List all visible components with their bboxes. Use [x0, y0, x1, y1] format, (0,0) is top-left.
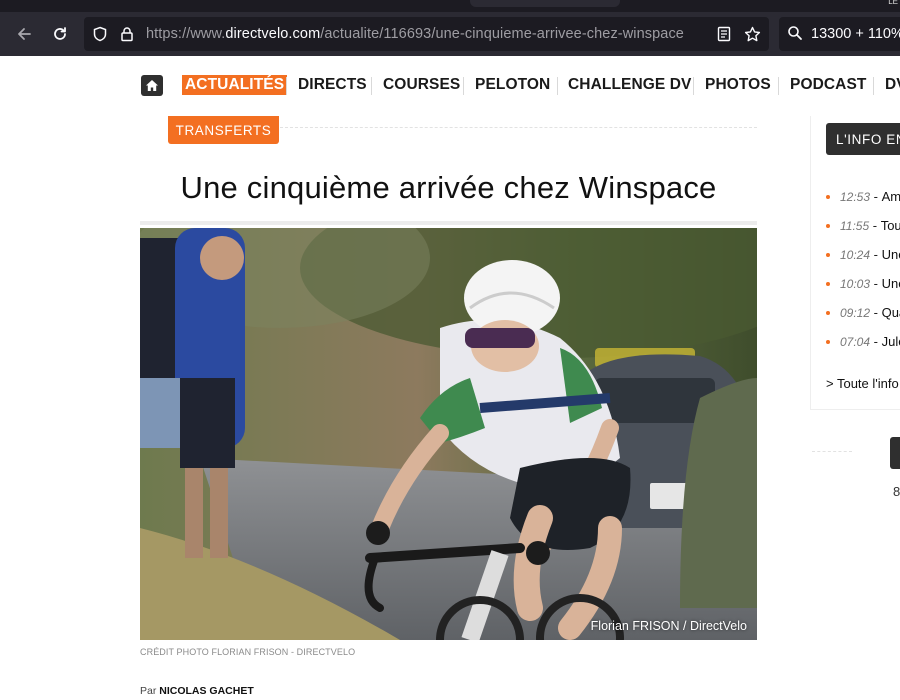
news-title: Tou [880, 218, 900, 233]
article-photo: Florian FRISON / DirectVelo [140, 228, 757, 640]
bullet-dot [826, 194, 830, 199]
sidebar-header[interactable]: L'INFO EN [826, 123, 900, 155]
news-item[interactable]: 09:12 - Qua [826, 298, 900, 327]
byline-author[interactable]: NICOLAS GACHET [159, 685, 254, 697]
news-title: Qua [881, 305, 900, 320]
nav-divider [778, 77, 779, 95]
tab-corner-text: LE [888, 0, 898, 6]
bullet-dot [826, 310, 830, 315]
news-time: 10:03 [840, 276, 871, 291]
nav-item-challenge-dv[interactable]: CHALLENGE DV [568, 76, 691, 94]
news-title: Une [881, 276, 900, 291]
nav-divider [693, 77, 694, 95]
cyclist-photo-illustration [140, 228, 757, 640]
lock-icon[interactable] [118, 25, 136, 43]
article-title: Une cinquième arrivée chez Winspace [180, 170, 717, 205]
news-title: Une [881, 247, 900, 262]
nav-item-directs[interactable]: DIRECTS [298, 76, 367, 94]
bullet-dot [826, 281, 830, 286]
news-item[interactable]: 11:55 - Tou [826, 211, 900, 240]
title-underline [140, 221, 757, 225]
news-time: 09:12 [840, 305, 871, 320]
nav-item-actualites[interactable]: ACTUALITÉS [182, 75, 288, 95]
nav-divider [463, 77, 464, 95]
search-text: 13300 + 110% [811, 26, 900, 42]
address-bar[interactable]: https://www.directvelo.com/actualite/116… [84, 17, 769, 51]
url-text[interactable]: https://www.directvelo.com/actualite/116… [146, 26, 684, 42]
search-icon [787, 25, 805, 43]
nav-divider [371, 77, 372, 95]
nav-item-courses[interactable]: COURSES [383, 76, 460, 94]
all-news-link[interactable]: > Toute l'info [826, 376, 899, 391]
nav-divider [873, 77, 874, 95]
star-icon[interactable] [743, 25, 761, 43]
search-bar[interactable]: 13300 + 110% [779, 17, 900, 51]
byline: Par NICOLAS GACHET [140, 685, 254, 697]
bullet-dot [826, 252, 830, 257]
news-title: Jule [881, 334, 900, 349]
url-host: directvelo.com [225, 26, 321, 42]
byline-prefix: Par [140, 685, 157, 697]
dotted-divider [280, 127, 757, 128]
bullet-dot [826, 223, 830, 228]
sidebar-button[interactable] [890, 437, 900, 469]
news-item[interactable]: 10:24 - Une [826, 240, 900, 269]
category-badge[interactable]: TRANSFERTS [168, 116, 279, 144]
photo-watermark: Florian FRISON / DirectVelo [591, 619, 747, 633]
watermark-separator: / [683, 619, 687, 633]
browser-tab[interactable] [470, 0, 620, 7]
news-time: 12:53 [840, 189, 871, 204]
reload-icon[interactable] [44, 12, 76, 56]
news-list: 12:53 - Am 11:55 - Tou 10:24 - Une 10:03… [826, 182, 900, 356]
home-icon[interactable] [141, 75, 163, 96]
watermark-site: DirectVelo [690, 619, 747, 633]
browser-tab-strip: LE [0, 0, 900, 12]
url-prefix: https://www. [146, 26, 226, 42]
shield-icon[interactable] [91, 25, 109, 43]
back-arrow-icon[interactable] [8, 12, 40, 56]
nav-item-photos[interactable]: PHOTOS [705, 76, 771, 94]
site-nav: ACTUALITÉS DIRECTS COURSES PELOTON CHALL… [0, 56, 900, 116]
nav-divider [286, 77, 287, 95]
watermark-name: Florian FRISON [590, 619, 680, 633]
news-time: 07:04 [840, 334, 871, 349]
sidebar-border-bottom [810, 409, 900, 410]
browser-toolbar: https://www.directvelo.com/actualite/116… [0, 12, 900, 56]
news-title: Am [881, 189, 900, 204]
nav-item-peloton[interactable]: PELOTON [475, 76, 550, 94]
bullet-dot [826, 339, 830, 344]
news-time: 11:55 [840, 218, 870, 233]
nav-divider [557, 77, 558, 95]
sidebar-number: 8 [893, 484, 900, 499]
sidebar-border [810, 116, 811, 410]
sidebar-dotted-divider [812, 451, 852, 452]
nav-item-dv[interactable]: DV [885, 76, 900, 94]
news-item[interactable]: 07:04 - Jule [826, 327, 900, 356]
nav-item-podcast[interactable]: PODCAST [790, 76, 866, 94]
news-time: 10:24 [840, 247, 871, 262]
url-path: /actualite/116693/une-cinquieme-arrivee-… [320, 26, 684, 42]
reader-view-icon[interactable] [715, 25, 733, 43]
news-item[interactable]: 12:53 - Am [826, 182, 900, 211]
news-item[interactable]: 10:03 - Une [826, 269, 900, 298]
photo-credit: CRÉDIT PHOTO FLORIAN FRISON - DIRECTVELO [140, 647, 356, 657]
